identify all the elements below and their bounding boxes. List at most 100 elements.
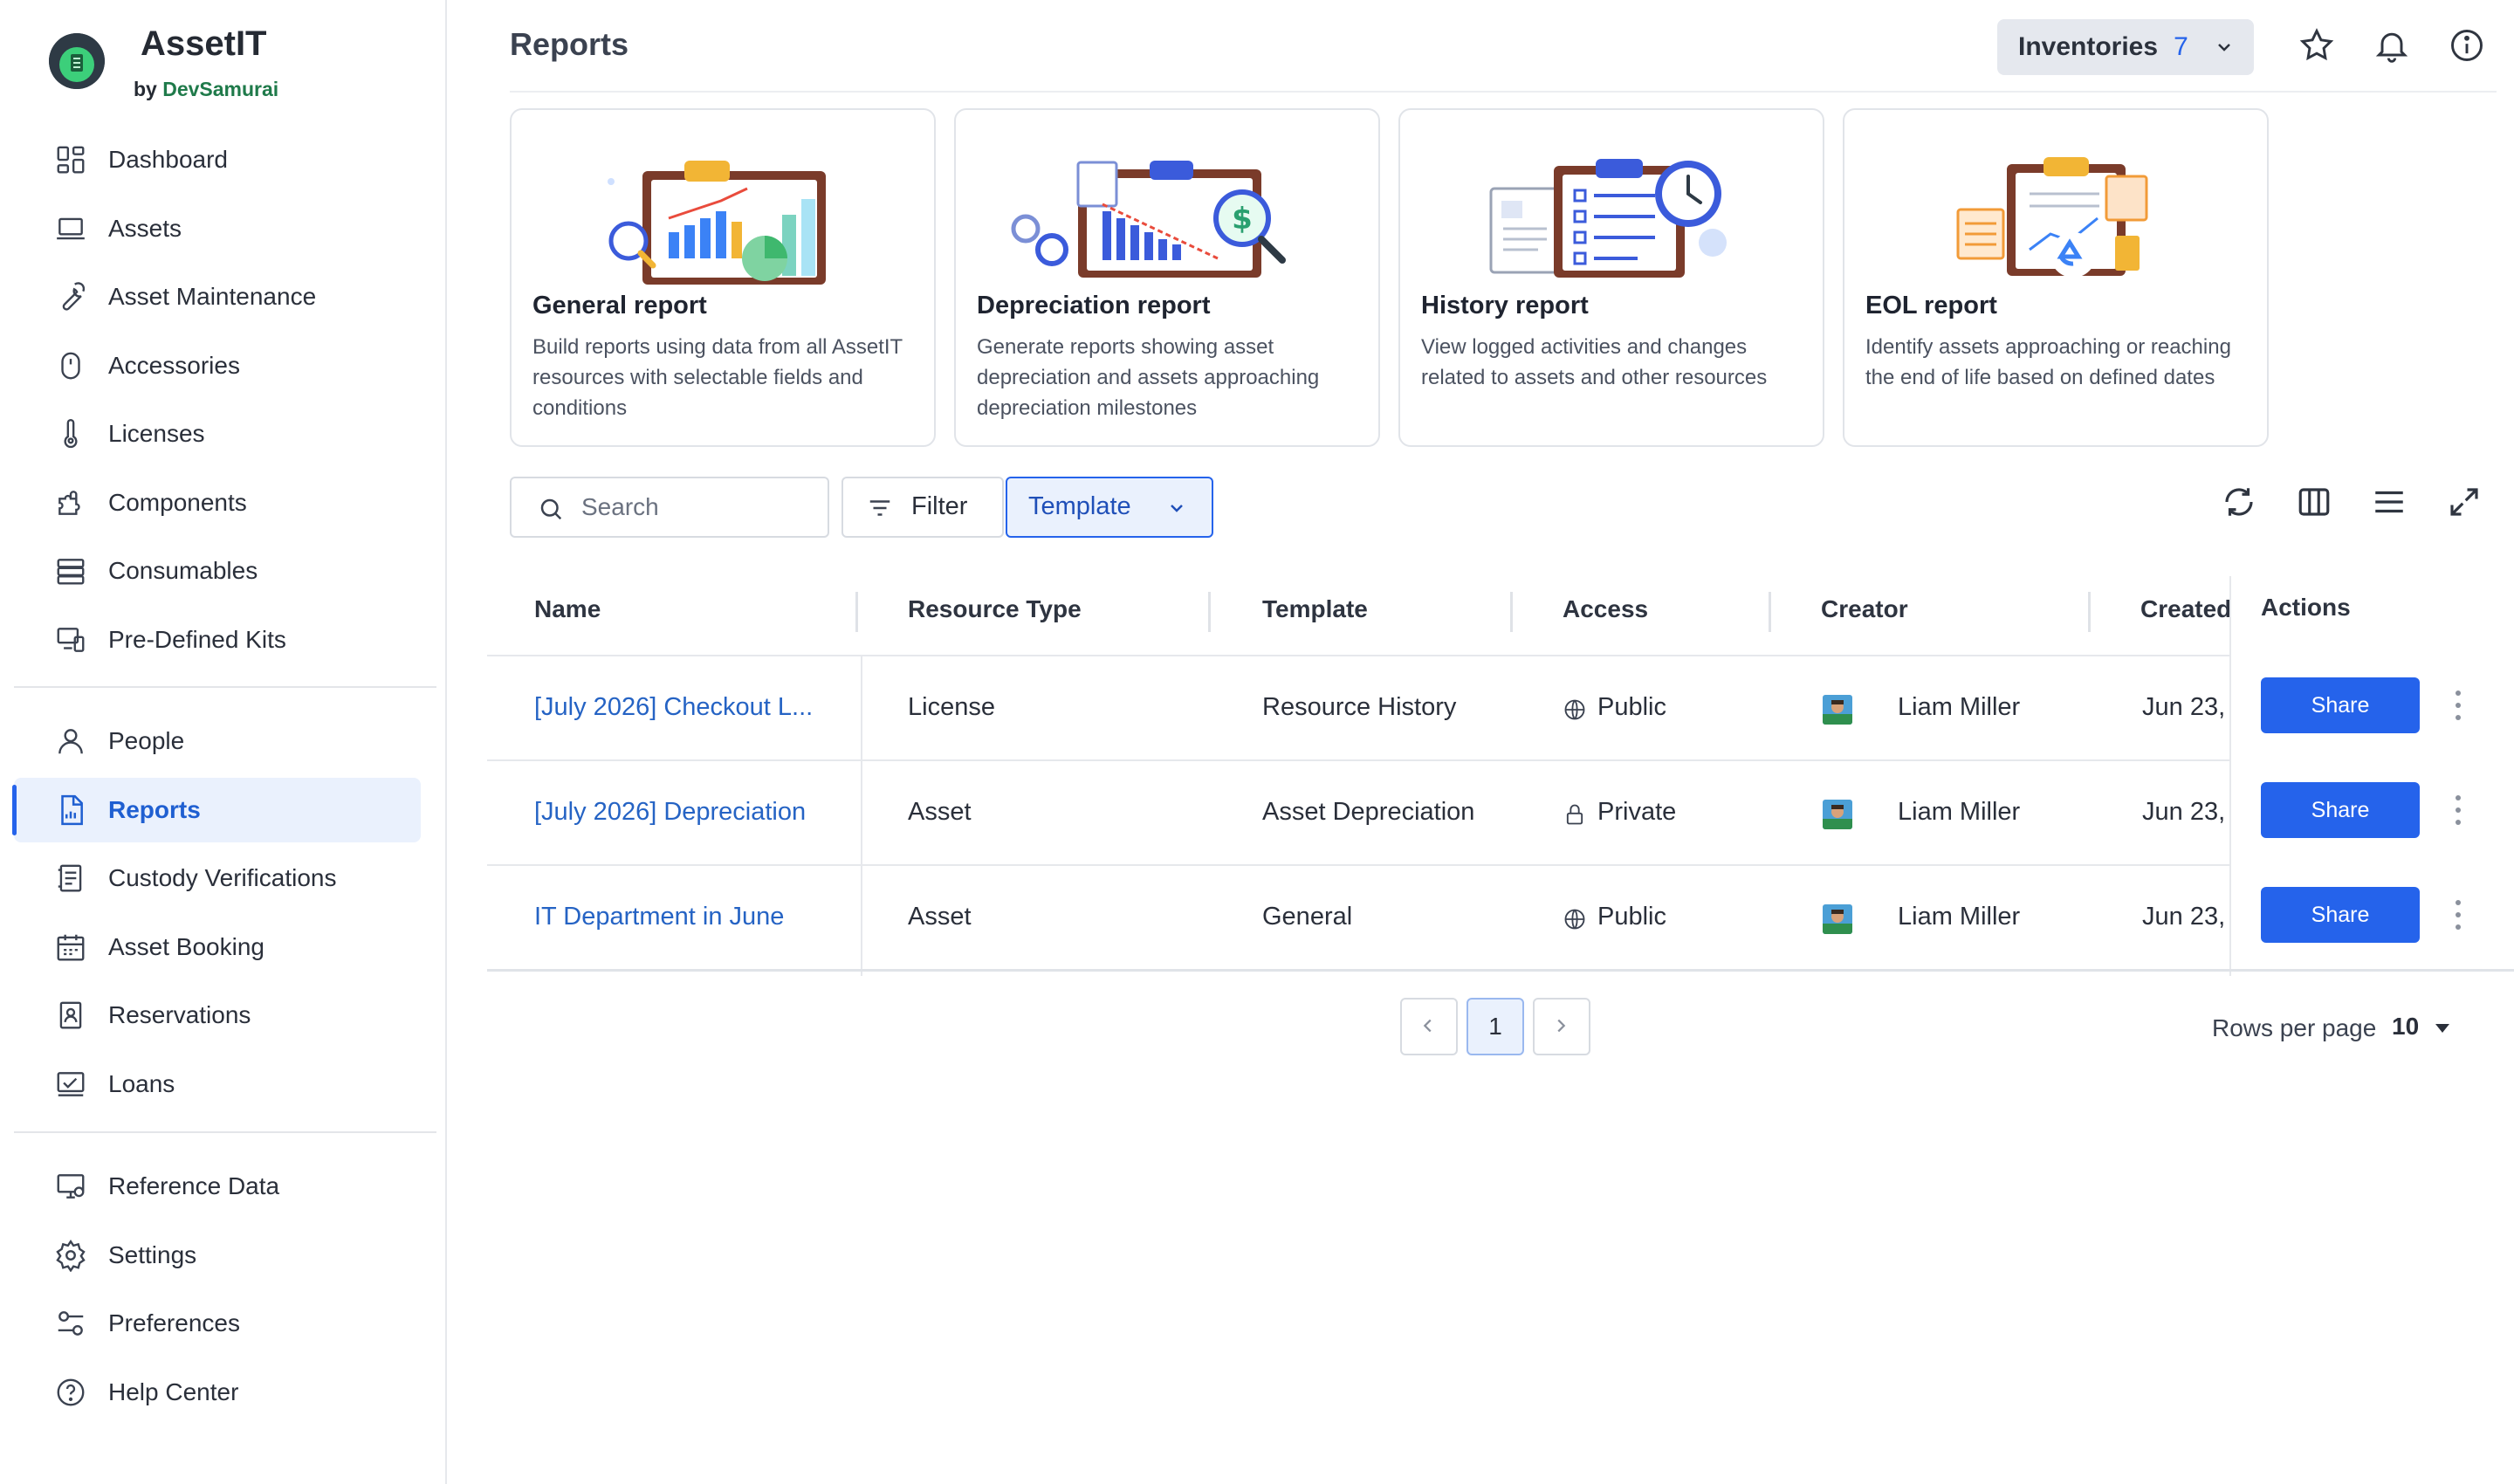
- more-options-icon[interactable]: [2449, 688, 2467, 723]
- sidebar-item-pre-defined-kits[interactable]: Pre-Defined Kits: [14, 608, 421, 672]
- sidebar-item-licenses[interactable]: Licenses: [14, 402, 421, 466]
- search-box[interactable]: [510, 477, 829, 538]
- chevron-left-icon: [1423, 1019, 1432, 1033]
- sidebar-item-reservations[interactable]: Reservations: [14, 983, 421, 1048]
- depreciation-report-card[interactable]: $ Depreciation report Generate reports s…: [954, 108, 1380, 447]
- sidebar-item-preferences[interactable]: Preferences: [14, 1291, 421, 1356]
- page-button-current[interactable]: 1: [1466, 998, 1524, 1055]
- column-resizer[interactable]: [1510, 592, 1513, 632]
- sidebar-item-dashboard[interactable]: Dashboard: [14, 127, 421, 192]
- chevron-down-icon: [1171, 505, 1183, 512]
- template-cell: General: [1262, 903, 1353, 931]
- sidebar-item-label: Dashboard: [108, 146, 228, 173]
- loan-icon: [57, 1072, 85, 1096]
- creator-cell: Liam Miller: [1898, 798, 2021, 826]
- created-cell: Jun 23,: [2142, 903, 2226, 931]
- thermometer-icon: [64, 419, 78, 449]
- next-page-button[interactable]: [1533, 998, 1590, 1055]
- sidebar-item-label: Accessories: [108, 352, 240, 379]
- column-resizer[interactable]: [855, 592, 858, 632]
- search-input[interactable]: [580, 487, 819, 527]
- eol-report-card[interactable]: EOL report Identify assets approaching o…: [1843, 108, 2269, 447]
- name-column-divider: [861, 655, 862, 976]
- star-icon[interactable]: [2298, 26, 2336, 65]
- column-header-name[interactable]: Name: [534, 595, 601, 623]
- creator-cell: Liam Miller: [1898, 903, 2021, 931]
- refresh-icon[interactable]: [2221, 484, 2257, 520]
- sidebar-item-loans[interactable]: Loans: [14, 1052, 421, 1116]
- column-header-template[interactable]: Template: [1262, 595, 1368, 623]
- brand-name: AssetIT: [141, 24, 267, 63]
- report-name-link[interactable]: IT Department in June: [534, 903, 784, 931]
- sidebar-item-settings[interactable]: Settings: [14, 1223, 421, 1288]
- sidebar-item-label: Preferences: [108, 1309, 240, 1336]
- sidebar: AssetIT by DevSamurai Dashboard Assets A…: [0, 0, 447, 1484]
- share-button[interactable]: Share: [2261, 782, 2420, 838]
- card-title: Depreciation report: [977, 292, 1211, 319]
- density-icon[interactable]: [2371, 484, 2408, 520]
- lock-icon: [1566, 804, 1583, 825]
- template-dropdown[interactable]: Template: [1006, 477, 1213, 538]
- page-title: Reports: [510, 26, 629, 62]
- dashboard-icon: [57, 146, 85, 174]
- column-header-creator[interactable]: Creator: [1821, 595, 1908, 623]
- share-button[interactable]: Share: [2261, 677, 2420, 733]
- table-row: [July 2026] Depreciation Asset Asset Dep…: [487, 759, 2514, 866]
- bell-icon[interactable]: [2373, 26, 2411, 65]
- history-report-card[interactable]: History report View logged activities an…: [1398, 108, 1824, 447]
- general-report-illustration: [608, 161, 826, 285]
- sidebar-item-reports[interactable]: Reports: [12, 778, 421, 842]
- badge-icon: [59, 1001, 82, 1029]
- filter-button[interactable]: Filter: [841, 477, 1004, 538]
- column-header-created[interactable]: Created: [2140, 595, 2231, 623]
- person-icon: [58, 729, 83, 754]
- resource-type-cell: License: [908, 693, 995, 721]
- layers-icon: [57, 559, 85, 585]
- devices-icon: [57, 628, 85, 652]
- column-resizer[interactable]: [2088, 592, 2091, 632]
- filter-label: Filter: [911, 492, 968, 520]
- more-options-icon[interactable]: [2449, 897, 2467, 932]
- general-report-card[interactable]: General report Build reports using data …: [510, 108, 936, 447]
- sidebar-item-asset-maintenance[interactable]: Asset Maintenance: [14, 265, 421, 329]
- more-options-icon[interactable]: [2449, 793, 2467, 828]
- access-cell: Public: [1597, 693, 1666, 721]
- table-row: [July 2026] Checkout L... License Resour…: [487, 655, 2514, 761]
- sidebar-item-assets[interactable]: Assets: [14, 196, 421, 261]
- sidebar-item-accessories[interactable]: Accessories: [14, 333, 421, 398]
- resource-type-cell: Asset: [908, 798, 972, 826]
- column-header-resource-type[interactable]: Resource Type: [908, 595, 1082, 623]
- sidebar-item-reference-data[interactable]: Reference Data: [14, 1154, 421, 1219]
- sidebar-item-consumables[interactable]: Consumables: [14, 539, 421, 603]
- report-name-link[interactable]: [July 2026] Depreciation: [534, 798, 806, 827]
- sidebar-item-asset-booking[interactable]: Asset Booking: [14, 915, 421, 979]
- columns-icon[interactable]: [2296, 484, 2332, 520]
- brand-by-text: by: [134, 78, 157, 100]
- laptop-icon: [57, 217, 85, 240]
- card-title: EOL report: [1865, 292, 1997, 319]
- rows-per-page-label: Rows per page: [2212, 1014, 2377, 1041]
- rows-per-page-select[interactable]: 10: [2392, 1013, 2419, 1041]
- share-button[interactable]: Share: [2261, 887, 2420, 943]
- sidebar-item-help-center[interactable]: Help Center: [14, 1360, 421, 1425]
- caret-down-icon[interactable]: [2432, 1020, 2453, 1037]
- report-name-link[interactable]: [July 2026] Checkout L...: [534, 693, 813, 722]
- assetit-logo-icon[interactable]: [49, 33, 105, 89]
- template-label: Template: [1028, 492, 1131, 520]
- info-icon[interactable]: [2448, 26, 2486, 65]
- expand-icon[interactable]: [2446, 484, 2483, 520]
- sidebar-item-label: Loans: [108, 1070, 175, 1097]
- template-cell: Asset Depreciation: [1262, 798, 1475, 826]
- inventories-count: 7: [2174, 32, 2188, 61]
- card-title: History report: [1421, 292, 1589, 319]
- inventories-dropdown[interactable]: Inventories 7: [1997, 19, 2254, 75]
- sliders-icon: [58, 1311, 84, 1336]
- sidebar-item-components[interactable]: Components: [14, 471, 421, 535]
- sidebar-item-people[interactable]: People: [14, 709, 421, 773]
- sidebar-item-custody-verifications[interactable]: Custody Verifications: [14, 846, 421, 910]
- column-resizer[interactable]: [1208, 592, 1211, 632]
- column-header-access[interactable]: Access: [1563, 595, 1648, 623]
- mouse-icon: [61, 352, 80, 380]
- column-resizer[interactable]: [1769, 592, 1771, 632]
- previous-page-button[interactable]: [1400, 998, 1458, 1055]
